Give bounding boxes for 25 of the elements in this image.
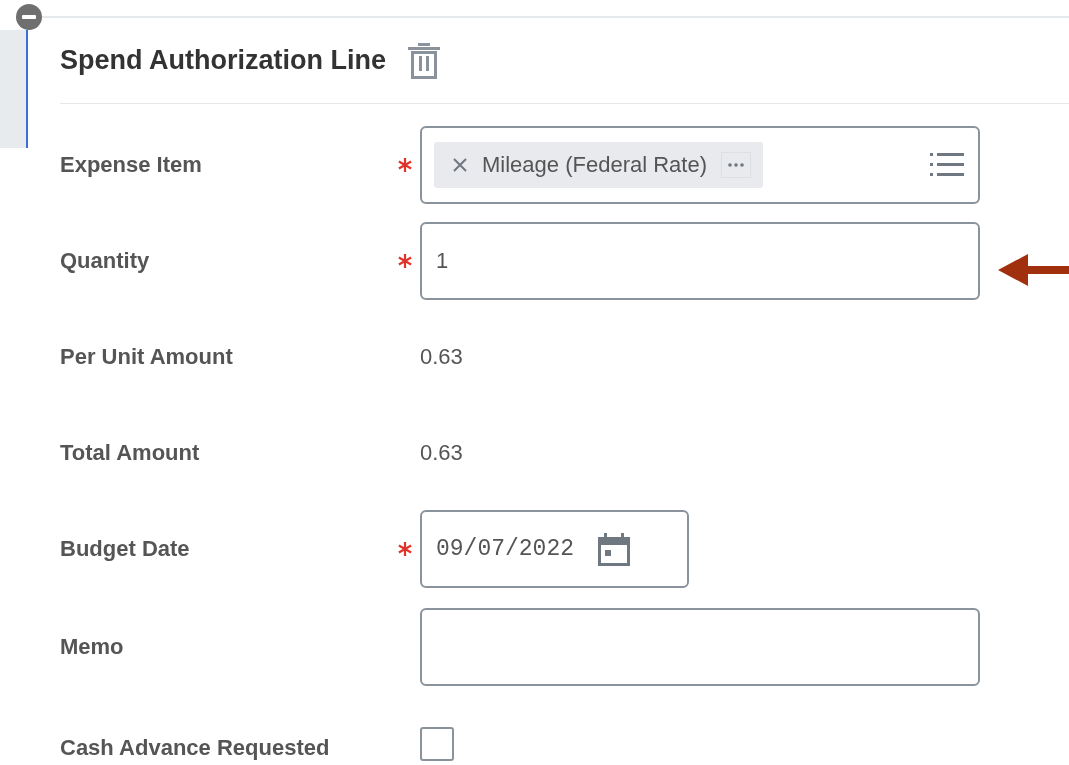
collapse-button[interactable]	[16, 4, 42, 30]
field-label: Budget Date	[60, 536, 191, 562]
field-label: Memo	[60, 634, 125, 660]
field-label: Cash Advance Requested	[60, 735, 331, 761]
field-label: Quantity	[60, 248, 151, 274]
field-value: 1	[436, 248, 449, 274]
date-value: 09/07/2022	[436, 536, 575, 562]
list-icon[interactable]	[930, 152, 964, 178]
checkbox[interactable]	[420, 727, 454, 761]
memo-field[interactable]	[420, 608, 980, 686]
section-title: Spend Authorization Line	[60, 45, 386, 76]
field-label: Expense Item	[60, 152, 203, 178]
chip-text: Mileage (Federal Rate)	[482, 152, 707, 178]
amount-value: 0.63	[420, 344, 464, 370]
field-label: Total Amount	[60, 440, 201, 466]
trash-icon[interactable]	[408, 42, 440, 79]
quantity-field[interactable]: 1	[420, 222, 980, 300]
minus-icon	[22, 15, 36, 19]
date-field[interactable]: 09/07/2022	[420, 510, 689, 588]
more-icon[interactable]	[721, 152, 751, 178]
calendar-icon[interactable]	[596, 531, 633, 567]
amount-value: 0.63	[420, 440, 464, 466]
remove-icon[interactable]	[452, 157, 468, 173]
expense-item-field[interactable]: Mileage (Federal Rate)	[420, 126, 980, 204]
field-label: Per Unit Amount	[60, 344, 234, 370]
